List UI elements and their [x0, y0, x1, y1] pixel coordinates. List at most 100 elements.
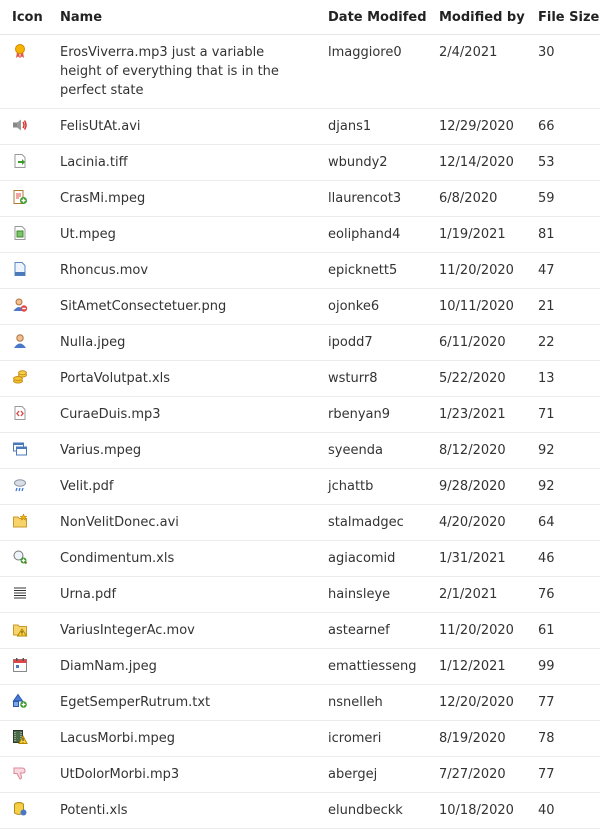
modified-by-value: 12/29/2020: [427, 108, 526, 145]
table-row[interactable]: UtDolorMorbi.mp3 abergej 7/27/2020 77: [0, 756, 600, 793]
file-name: FelisUtAt.avi: [48, 108, 316, 145]
date-modified-value: astearnef: [316, 612, 427, 649]
column-header-name[interactable]: Name: [48, 0, 316, 35]
icon-cell: [0, 432, 48, 469]
page-image-icon: [12, 225, 30, 243]
column-header-date-modified[interactable]: Date Modifed: [316, 0, 427, 35]
file-size-value: 59: [526, 180, 600, 217]
table-row[interactable]: Rhoncus.mov epicknett5 11/20/2020 47: [0, 252, 600, 289]
modified-by-value: 4/20/2020: [427, 504, 526, 541]
file-name: Velit.pdf: [48, 468, 316, 505]
file-name: Urna.pdf: [48, 576, 316, 613]
column-header-icon[interactable]: Icon: [0, 0, 48, 35]
table-header: Icon Name Date Modifed Modified by File …: [0, 0, 600, 35]
table-row[interactable]: Potenti.xls elundbeckk 10/18/2020 40: [0, 792, 600, 829]
file-name: CuraeDuis.mp3: [48, 396, 316, 433]
modified-by-value: 1/31/2021: [427, 540, 526, 577]
shapes-add-icon: [12, 693, 30, 711]
icon-cell: [0, 144, 48, 181]
date-modified-value: epicknett5: [316, 252, 427, 289]
icon-cell: [0, 360, 48, 397]
file-size-value: 30: [526, 34, 600, 109]
table-row[interactable]: Lacinia.tiff wbundy2 12/14/2020 53: [0, 144, 600, 181]
icon-cell: [0, 396, 48, 433]
page-code-icon: [12, 405, 30, 423]
weather-rain-icon: [12, 477, 30, 495]
table-row[interactable]: Ut.mpeg eoliphand4 1/19/2021 81: [0, 216, 600, 253]
icon-cell: [0, 792, 48, 829]
file-name: EgetSemperRutrum.txt: [48, 684, 316, 721]
file-name: DiamNam.jpeg: [48, 648, 316, 685]
file-size-value: 47: [526, 252, 600, 289]
icon-cell: [0, 612, 48, 649]
table-row[interactable]: LacusMorbi.mpeg icromeri 8/19/2020 78: [0, 720, 600, 757]
file-name: Condimentum.xls: [48, 540, 316, 577]
award-icon: [12, 43, 30, 61]
icon-cell: [0, 540, 48, 577]
file-name: VariusIntegerAc.mov: [48, 612, 316, 649]
speaker-icon: [12, 117, 30, 135]
table-row[interactable]: PortaVolutpat.xls wsturr8 5/22/2020 13: [0, 360, 600, 397]
file-size-value: 46: [526, 540, 600, 577]
file-table: Icon Name Date Modifed Modified by File …: [0, 0, 600, 829]
icon-cell: [0, 216, 48, 253]
file-size-value: 22: [526, 324, 600, 361]
modified-by-value: 1/23/2021: [427, 396, 526, 433]
column-header-file-size[interactable]: File Size: [526, 0, 600, 35]
table-row[interactable]: Urna.pdf hainsleye 2/1/2021 76: [0, 576, 600, 613]
date-modified-value: jchattb: [316, 468, 427, 505]
file-size-value: 92: [526, 432, 600, 469]
modified-by-value: 10/18/2020: [427, 792, 526, 829]
date-modified-value: wbundy2: [316, 144, 427, 181]
file-size-value: 77: [526, 684, 600, 721]
date-modified-value: abergej: [316, 756, 427, 793]
table-row[interactable]: Nulla.jpeg ipodd7 6/11/2020 22: [0, 324, 600, 361]
modified-by-value: 2/4/2021: [427, 34, 526, 109]
date-modified-value: ipodd7: [316, 324, 427, 361]
table-row[interactable]: Velit.pdf jchattb 9/28/2020 92: [0, 468, 600, 505]
modified-by-value: 1/19/2021: [427, 216, 526, 253]
modified-by-value: 9/28/2020: [427, 468, 526, 505]
icon-cell: [0, 756, 48, 793]
file-name: CrasMi.mpeg: [48, 180, 316, 217]
user-icon: [12, 333, 30, 351]
file-size-value: 66: [526, 108, 600, 145]
windows-icon: [12, 441, 30, 459]
date-modified-value: hainsleye: [316, 576, 427, 613]
page-blank-icon: [12, 261, 30, 279]
file-size-value: 13: [526, 360, 600, 397]
date-modified-value: agiacomid: [316, 540, 427, 577]
table-row[interactable]: CuraeDuis.mp3 rbenyan9 1/23/2021 71: [0, 396, 600, 433]
icon-cell: [0, 108, 48, 145]
file-name: ErosViverra.mp3 just a variable height o…: [48, 34, 316, 109]
column-header-modified-by[interactable]: Modified by: [427, 0, 526, 35]
file-name: LacusMorbi.mpeg: [48, 720, 316, 757]
modified-by-value: 5/22/2020: [427, 360, 526, 397]
modified-by-value: 7/27/2020: [427, 756, 526, 793]
file-name: PortaVolutpat.xls: [48, 360, 316, 397]
modified-by-value: 12/20/2020: [427, 684, 526, 721]
file-size-value: 81: [526, 216, 600, 253]
modified-by-value: 6/8/2020: [427, 180, 526, 217]
table-body: ErosViverra.mp3 just a variable height o…: [0, 34, 600, 829]
icon-cell: [0, 252, 48, 289]
table-row[interactable]: DiamNam.jpeg emattiesseng 1/12/2021 99: [0, 648, 600, 685]
table-row[interactable]: Varius.mpeg syeenda 8/12/2020 92: [0, 432, 600, 469]
calendar-icon: [12, 657, 30, 675]
thumb-down-icon: [12, 765, 30, 783]
table-row[interactable]: FelisUtAt.avi djans1 12/29/2020 66: [0, 108, 600, 145]
user-delete-icon: [12, 297, 30, 315]
database-icon: [12, 801, 30, 819]
table-row[interactable]: SitAmetConsectetuer.png ojonke6 10/11/2020…: [0, 288, 600, 325]
table-row[interactable]: VariusIntegerAc.mov astearnef 11/20/2020 61: [0, 612, 600, 649]
date-modified-value: rbenyan9: [316, 396, 427, 433]
icon-cell: [0, 684, 48, 721]
date-modified-value: syeenda: [316, 432, 427, 469]
table-row[interactable]: EgetSemperRutrum.txt nsnelleh 12/20/2020 77: [0, 684, 600, 721]
modified-by-value: 10/11/2020: [427, 288, 526, 325]
table-row[interactable]: Condimentum.xls agiacomid 1/31/2021 46: [0, 540, 600, 577]
table-row[interactable]: CrasMi.mpeg llaurencot3 6/8/2020 59: [0, 180, 600, 217]
table-row[interactable]: NonVelitDonec.avi stalmadgec 4/20/2020 64: [0, 504, 600, 541]
date-modified-value: eoliphand4: [316, 216, 427, 253]
table-row[interactable]: ErosViverra.mp3 just a variable height o…: [0, 34, 600, 109]
